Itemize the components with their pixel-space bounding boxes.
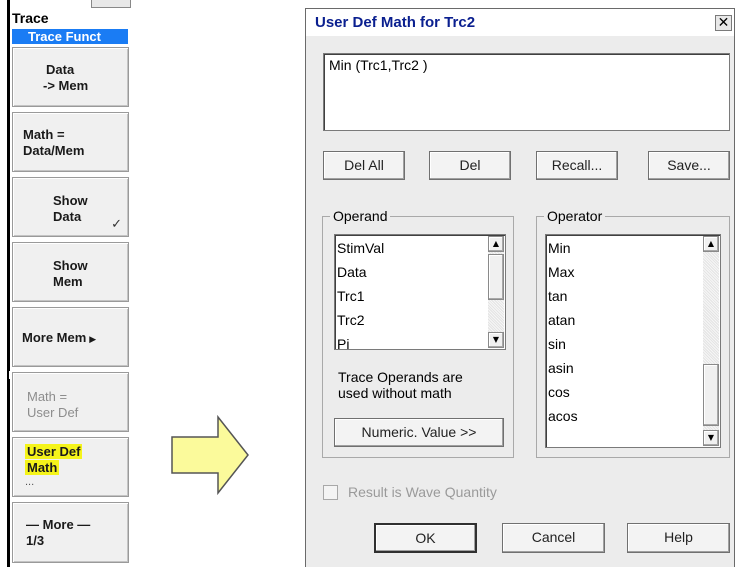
highlight-marker: User Def xyxy=(25,444,83,459)
help-button[interactable]: Help xyxy=(627,523,730,553)
softkey-label-line: -> Mem xyxy=(43,78,89,93)
note-line: used without math xyxy=(338,385,452,401)
softkey-label-line: More Mem xyxy=(22,330,87,345)
dialog-titlebar[interactable]: User Def Math for Trc2 ✕ xyxy=(306,9,734,36)
operand-list[interactable]: StimVal Data Trc1 Trc2 Pi ▲ ▼ xyxy=(334,234,506,350)
softkey-label-line: User Def xyxy=(25,444,128,460)
math-user-def-softkey[interactable]: Math = User Def xyxy=(12,372,129,432)
data-to-mem-softkey[interactable]: Data -> Mem xyxy=(12,47,129,107)
ok-button[interactable]: OK xyxy=(374,523,477,553)
softkey-ellipsis: ... xyxy=(25,476,35,488)
operand-note: Trace Operands are used without math xyxy=(338,369,463,401)
list-item[interactable]: cos xyxy=(548,384,570,400)
softkey-label-line: Show xyxy=(53,258,88,273)
operator-list[interactable]: Min Max tan atan sin asin cos acos ▲ ▼ xyxy=(545,234,721,448)
expression-field[interactable]: Min (Trc1,Trc2 ) xyxy=(323,53,730,131)
softkey-label-line: Data xyxy=(46,62,75,77)
list-item[interactable]: Min xyxy=(548,240,571,256)
cancel-button[interactable]: Cancel xyxy=(502,523,605,553)
numeric-value-button[interactable]: Numeric. Value >> xyxy=(334,418,504,447)
submenu-arrow-icon: ▶ xyxy=(89,335,97,345)
scroll-thumb[interactable] xyxy=(703,364,719,426)
softkey-label-line: Math = xyxy=(27,389,68,404)
more-mem-softkey[interactable]: More Mem ▶ xyxy=(12,307,129,367)
softkey-panel: Trace Trace Funct Data -> Mem Math = Dat… xyxy=(0,0,135,567)
list-item[interactable]: Pi xyxy=(337,336,349,349)
list-item[interactable]: asin xyxy=(548,360,574,376)
list-item[interactable]: StimVal xyxy=(337,240,384,256)
softkey-label-line: Show xyxy=(53,193,88,208)
panel-border xyxy=(7,0,10,567)
close-icon: ✕ xyxy=(717,15,730,31)
show-data-softkey[interactable]: Show Data ✓ xyxy=(12,177,129,237)
operand-group: Operand StimVal Data Trc1 Trc2 Pi ▲ ▼ Tr… xyxy=(322,208,514,458)
softkey-menu-title: Trace xyxy=(12,10,49,26)
softkey-label-line: Math xyxy=(25,460,128,476)
recall-button[interactable]: Recall... xyxy=(536,151,618,180)
softkey-label-line: Data/Mem xyxy=(23,143,85,158)
list-item[interactable]: tan xyxy=(548,288,567,304)
more-softkey[interactable]: — More — 1/3 xyxy=(12,502,129,563)
list-item[interactable]: Trc2 xyxy=(337,312,364,328)
right-arrow-icon xyxy=(171,415,249,495)
softkey-label-line: Mem xyxy=(53,274,83,289)
operator-group-label: Operator xyxy=(544,208,606,224)
close-button[interactable]: ✕ xyxy=(715,15,732,31)
scroll-up-arrow-icon[interactable]: ▲ xyxy=(703,236,719,252)
del-button[interactable]: Del xyxy=(429,151,511,180)
softkey-label-line: 1/3 xyxy=(26,533,45,548)
panel-top-tab xyxy=(91,0,131,8)
checkmark-icon: ✓ xyxy=(111,217,122,232)
user-def-math-dialog: User Def Math for Trc2 ✕ Min (Trc1,Trc2 … xyxy=(305,8,735,567)
softkey-label-line: — More — xyxy=(26,517,91,532)
scroll-thumb[interactable] xyxy=(488,254,504,300)
expression-text: Min (Trc1,Trc2 ) xyxy=(329,57,428,73)
list-item[interactable]: sin xyxy=(548,336,566,352)
note-line: Trace Operands are xyxy=(338,369,463,385)
wave-quantity-label: Result is Wave Quantity xyxy=(348,484,497,500)
user-def-math-softkey[interactable]: User Def Math ... xyxy=(12,437,129,497)
scroll-down-arrow-icon[interactable]: ▼ xyxy=(488,332,504,348)
math-data-mem-softkey[interactable]: Math = Data/Mem xyxy=(12,112,129,172)
softkey-menu-subtitle: Trace Funct xyxy=(12,29,128,44)
list-item[interactable]: Data xyxy=(337,264,367,280)
highlight-marker: Math xyxy=(25,460,60,475)
list-item[interactable]: acos xyxy=(548,408,578,424)
operand-scrollbar[interactable]: ▲ ▼ xyxy=(488,236,504,348)
dialog-title: User Def Math for Trc2 xyxy=(315,14,476,31)
operator-group: Operator Min Max tan atan sin asin cos a… xyxy=(536,208,730,458)
operator-scrollbar[interactable]: ▲ ▼ xyxy=(703,236,719,446)
softkey-label-line: Math = xyxy=(23,127,65,142)
save-button[interactable]: Save... xyxy=(648,151,730,180)
softkey-label-line: User Def xyxy=(27,405,79,420)
show-mem-softkey[interactable]: Show Mem xyxy=(12,242,129,302)
list-item[interactable]: Max xyxy=(548,264,574,280)
scroll-up-arrow-icon[interactable]: ▲ xyxy=(488,236,504,252)
list-item[interactable]: Trc1 xyxy=(337,288,364,304)
del-all-button[interactable]: Del All xyxy=(323,151,405,180)
wave-quantity-checkbox[interactable] xyxy=(323,485,338,500)
operand-group-label: Operand xyxy=(330,208,391,224)
list-item[interactable]: atan xyxy=(548,312,575,328)
scroll-down-arrow-icon[interactable]: ▼ xyxy=(703,430,719,446)
